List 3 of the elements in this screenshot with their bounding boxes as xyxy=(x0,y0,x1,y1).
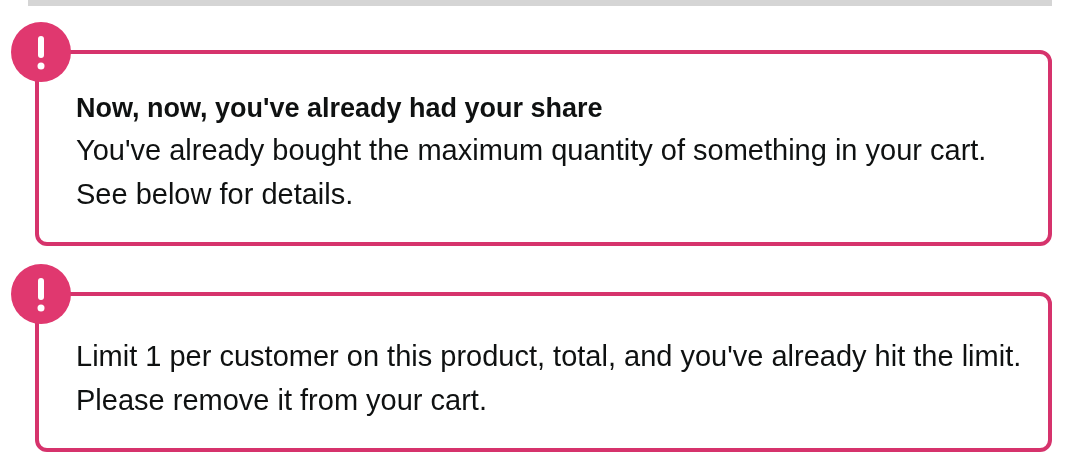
alert-message: Limit 1 per customer on this product, total, and you've already hit the limit. Please remove it from your cart. xyxy=(76,339,1023,418)
alert-title: Now, now, you've already had your share xyxy=(76,92,604,125)
alert-message: You've already bought the maximum quantity of something in your cart. See below for details. xyxy=(76,133,988,212)
